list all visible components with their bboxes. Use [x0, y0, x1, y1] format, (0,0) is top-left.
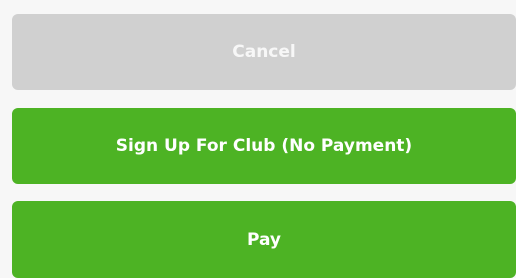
sign-up-for-club-button[interactable]: Sign Up For Club (No Payment) — [12, 108, 516, 184]
payment-actions-panel: { "actions": { "cancel_label": "Cancel",… — [0, 0, 516, 278]
cancel-button[interactable]: Cancel — [12, 14, 516, 90]
pay-button[interactable]: Pay — [12, 201, 516, 278]
cancel-button-label: Cancel — [232, 42, 296, 62]
pay-button-label: Pay — [246, 229, 282, 250]
sign-up-button-label: Sign Up For Club (No Payment) — [115, 136, 413, 156]
